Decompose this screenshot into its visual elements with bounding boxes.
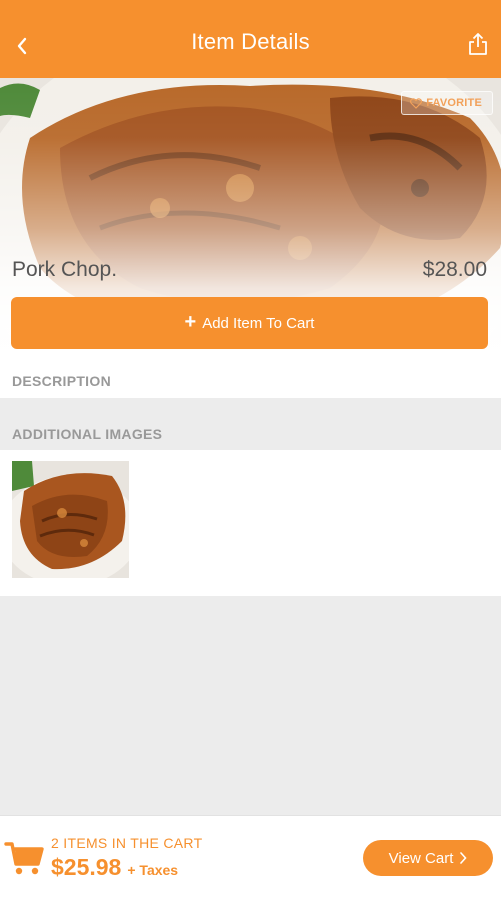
cart-taxes-label: + Taxes bbox=[127, 862, 179, 878]
page-title: Item Details bbox=[191, 29, 310, 54]
share-icon bbox=[469, 33, 487, 55]
additional-images-heading: ADDITIONAL IMAGES bbox=[12, 426, 163, 442]
share-button[interactable] bbox=[463, 26, 493, 62]
item-price: $28.00 bbox=[422, 258, 487, 281]
add-to-cart-label: Add Item To Cart bbox=[202, 314, 315, 332]
thumbnail-photo bbox=[12, 461, 129, 578]
cart-total-amount: $25.98 bbox=[51, 854, 122, 880]
item-name: Pork Chop. bbox=[12, 258, 118, 281]
back-button[interactable] bbox=[8, 28, 36, 64]
cart-footer: 2 ITEMS IN THE CART $25.98 + Taxes View … bbox=[0, 815, 501, 900]
view-cart-label: View Cart bbox=[388, 849, 454, 867]
chevron-left-icon bbox=[17, 37, 27, 55]
chevron-right-icon bbox=[460, 852, 467, 864]
heart-outline-icon bbox=[410, 97, 423, 109]
cart-total: $25.98 + Taxes bbox=[51, 854, 178, 881]
cart-item-count: 2 ITEMS IN THE CART bbox=[51, 835, 203, 851]
plus-icon: + bbox=[184, 311, 197, 333]
description-heading: DESCRIPTION bbox=[12, 373, 111, 389]
item-summary: Pork Chop. $28.00 bbox=[12, 258, 487, 282]
item-hero: FAVORITE Pork Chop. $28.00 + Add Item To… bbox=[0, 78, 501, 398]
additional-images-section: ADDITIONAL IMAGES bbox=[0, 414, 501, 596]
additional-image-thumbnail[interactable] bbox=[12, 461, 129, 578]
additional-images-header: ADDITIONAL IMAGES bbox=[0, 414, 501, 450]
favorite-button[interactable]: FAVORITE bbox=[401, 91, 493, 115]
hero-gradient-overlay bbox=[0, 78, 501, 398]
favorite-label: FAVORITE bbox=[426, 97, 482, 109]
view-cart-button[interactable]: View Cart bbox=[363, 840, 493, 876]
add-to-cart-button[interactable]: + Add Item To Cart bbox=[11, 297, 488, 349]
app-header: Item Details bbox=[0, 0, 501, 78]
shopping-cart-icon bbox=[4, 842, 44, 875]
